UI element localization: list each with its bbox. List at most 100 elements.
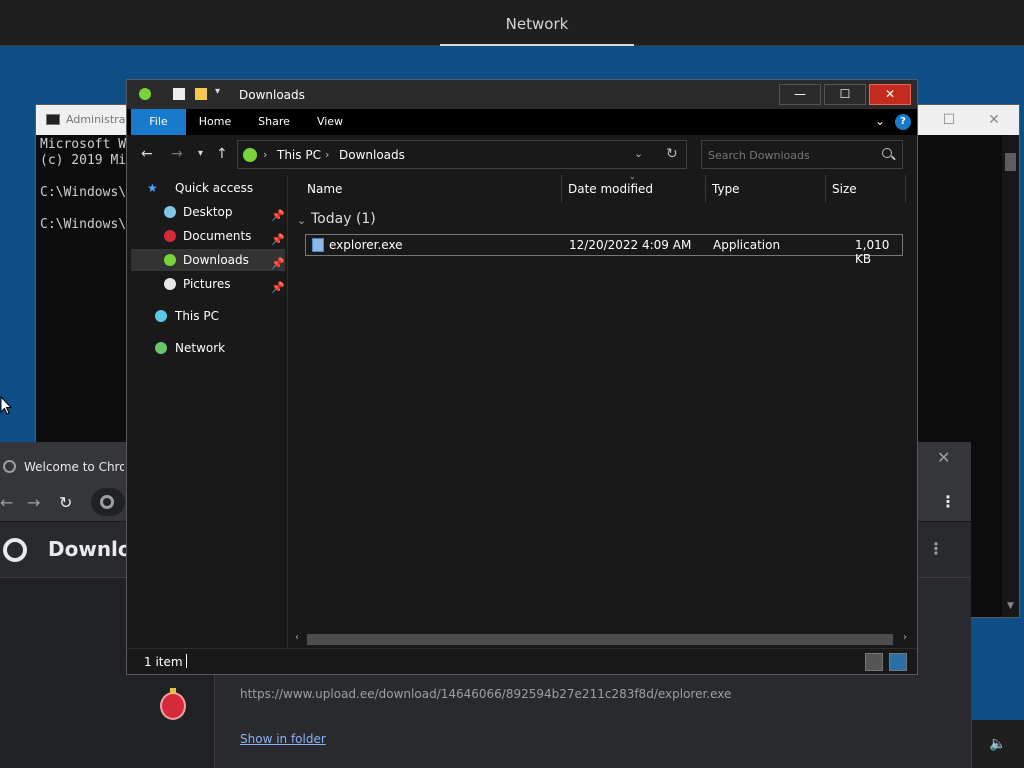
minimize-button[interactable]: —	[779, 84, 821, 105]
address-dropdown-icon[interactable]: ⌄	[634, 147, 643, 160]
navigation-pane[interactable]: ★ Quick access Desktop 📌 Documents 📌 Dow…	[127, 175, 288, 648]
new-folder-icon[interactable]	[195, 88, 207, 100]
recent-locations-chevron-icon[interactable]: ▾	[198, 148, 203, 159]
pin-icon[interactable]: 📌	[271, 253, 285, 275]
sort-indicator-icon: ⌄	[629, 172, 636, 181]
ribbon-tab-file[interactable]: File	[131, 109, 186, 135]
chrome-tab[interactable]: Welcome to Chrom	[0, 448, 125, 482]
item-count: 1 item	[144, 655, 183, 669]
show-in-folder-link[interactable]: Show in folder	[240, 732, 326, 746]
console-line: (c) 2019 Mi	[40, 153, 127, 168]
pictures-icon	[164, 278, 176, 290]
nav-item-pictures[interactable]: Pictures 📌	[127, 273, 287, 295]
folder-tree-icon	[139, 88, 151, 100]
file-explorer-window[interactable]: ▾ Downloads — ☐ ✕ File Home Share View ⌄…	[126, 79, 918, 675]
downloads-menu-icon[interactable]: ⋮	[928, 539, 944, 558]
chrome-menu-icon[interactable]: ⋮	[940, 492, 956, 511]
horizontal-scrollbar[interactable]: ‹ ›	[293, 631, 913, 648]
console-scroll-thumb[interactable]	[1005, 153, 1016, 171]
nav-label: This PC	[175, 309, 219, 323]
details-view-icon[interactable]	[865, 653, 883, 671]
nav-label: Documents	[183, 229, 252, 243]
file-type: Application	[713, 238, 781, 252]
desktop-icon	[164, 206, 176, 218]
ribbon: File Home Share View ⌄ ?	[127, 109, 917, 135]
console-scrollbar[interactable]: ▼	[1002, 135, 1019, 617]
back-arrow-icon[interactable]: ←	[0, 493, 13, 512]
nav-item-quick-access[interactable]: ★ Quick access	[147, 177, 282, 199]
pin-icon[interactable]: 📌	[271, 205, 285, 227]
chrome-site-icon	[100, 495, 114, 509]
back-arrow-icon[interactable]: ←	[141, 146, 153, 162]
nav-item-documents[interactable]: Documents 📌	[127, 225, 287, 247]
forward-arrow-icon[interactable]: →	[27, 493, 40, 512]
nav-item-desktop[interactable]: Desktop 📌	[127, 201, 287, 223]
ribbon-expand-chevron-icon[interactable]: ⌄	[875, 114, 885, 128]
refresh-icon[interactable]: ↻	[666, 146, 678, 162]
group-header-today[interactable]: Today (1)	[311, 211, 376, 227]
pin-icon[interactable]: 📌	[271, 277, 285, 299]
help-icon[interactable]: ?	[895, 114, 911, 130]
scroll-left-icon[interactable]: ‹	[295, 632, 299, 643]
ribbon-tab-home[interactable]: Home	[191, 109, 239, 135]
properties-icon[interactable]	[173, 88, 185, 100]
console-title: Administrat	[66, 113, 130, 126]
chrome-tab-icon	[3, 460, 16, 473]
nav-label: Quick access	[175, 181, 254, 195]
column-header-size[interactable]: Size	[826, 175, 906, 203]
reload-icon[interactable]: ↻	[59, 493, 72, 512]
scroll-thumb[interactable]	[307, 634, 893, 645]
chrome-close-icon[interactable]: ✕	[937, 448, 950, 467]
network-title: Network	[505, 15, 569, 33]
up-arrow-icon[interactable]: ↑	[216, 146, 228, 162]
column-header-name[interactable]: Name	[289, 175, 562, 203]
explorer-titlebar[interactable]: ▾ Downloads — ☐ ✕	[127, 80, 917, 109]
file-list[interactable]: Name Date modified ⌄ Type Size ⌄ Today (…	[289, 172, 917, 648]
console-output[interactable]: Microsoft W (c) 2019 Mi C:\Windows\ C:\Wi…	[40, 137, 126, 233]
star-icon: ★	[147, 181, 158, 195]
close-button[interactable]: ✕	[869, 84, 911, 105]
breadcrumb-downloads[interactable]: Downloads	[339, 148, 405, 162]
download-url[interactable]: https://www.upload.ee/download/14646066/…	[240, 687, 731, 701]
console-line: C:\Windows\	[40, 185, 127, 200]
network-header: Network	[0, 0, 1024, 46]
computer-icon	[155, 310, 167, 322]
large-icons-view-icon[interactable]	[889, 653, 907, 671]
omnibox[interactable]	[91, 488, 125, 516]
customize-quick-access-icon[interactable]: ▾	[215, 86, 227, 98]
breadcrumb-separator[interactable]: ›	[325, 148, 329, 161]
pin-icon[interactable]: 📌	[271, 229, 285, 251]
scroll-down-icon[interactable]: ▼	[1002, 601, 1019, 611]
scroll-right-icon[interactable]: ›	[903, 632, 907, 643]
breadcrumb-this-pc[interactable]: This PC	[277, 148, 321, 162]
search-icon[interactable]	[882, 148, 892, 158]
console-close-button[interactable]: ✕	[974, 108, 1014, 132]
nav-label: Network	[175, 341, 226, 355]
file-row[interactable]: explorer.exe 12/20/2022 4:09 AM Applicat…	[305, 234, 903, 266]
group-collapse-chevron-icon[interactable]: ⌄	[297, 214, 306, 227]
network-tab-indicator	[440, 44, 634, 46]
documents-icon	[164, 230, 176, 242]
chrome-logo-icon	[3, 538, 27, 562]
console-maximize-button[interactable]: ☐	[929, 108, 969, 132]
search-input[interactable]	[708, 147, 868, 163]
column-header-type[interactable]: Type	[706, 175, 826, 203]
search-box[interactable]	[701, 140, 903, 169]
downloads-heading: Downlo	[48, 537, 132, 561]
forward-arrow-icon[interactable]: →	[171, 146, 183, 162]
downloads-location-icon	[243, 148, 257, 162]
application-file-icon	[312, 238, 324, 252]
maximize-button[interactable]: ☐	[824, 84, 866, 105]
volume-icon[interactable]: 🔈	[972, 720, 1024, 768]
nav-item-network[interactable]: Network	[127, 337, 287, 359]
console-icon	[46, 114, 60, 125]
file-name: explorer.exe	[329, 238, 403, 252]
nav-item-this-pc[interactable]: This PC	[127, 305, 287, 327]
breadcrumb-separator[interactable]: ›	[263, 148, 267, 161]
file-date: 12/20/2022 4:09 AM	[569, 238, 692, 252]
ribbon-tab-share[interactable]: Share	[249, 109, 299, 135]
nav-item-downloads[interactable]: Downloads 📌	[131, 249, 285, 271]
ribbon-tab-view[interactable]: View	[307, 109, 353, 135]
address-bar[interactable]: › This PC › Downloads ⌄ ↻	[237, 140, 687, 169]
